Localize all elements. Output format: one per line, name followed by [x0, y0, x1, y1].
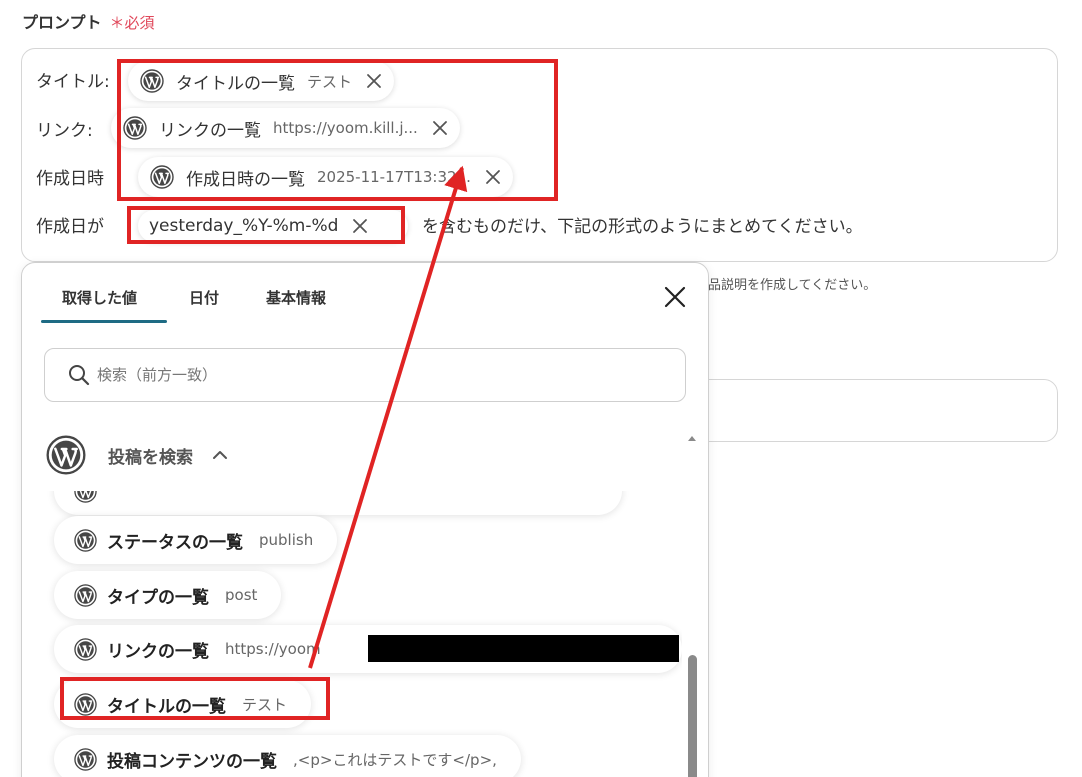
prompt-chip-created-at-list[interactable]: 作成日時の一覧 2025-11-17T13:32... — [138, 157, 513, 197]
chip-value: https://yoom.kill.j... — [273, 119, 418, 137]
wordpress-icon — [74, 491, 97, 503]
search-box[interactable] — [44, 348, 686, 402]
created-at-line-label: 作成日時 — [36, 169, 104, 189]
remove-chip-icon[interactable] — [352, 218, 368, 234]
variable-picker-popup: 取得した値 日付 基本情報 投稿を検索 ステータスの一覧 publish — [21, 262, 709, 777]
scrollbar[interactable] — [686, 433, 698, 777]
tab-date[interactable]: 日付 — [189, 287, 219, 308]
remove-chip-icon[interactable] — [432, 120, 448, 136]
item-name: リンクの一覧 — [107, 641, 209, 662]
text-input-field[interactable] — [690, 379, 1058, 442]
wordpress-icon — [74, 638, 97, 661]
list-item-title[interactable]: タイトルの一覧 テスト — [54, 680, 312, 728]
helper-text: 品説明を作成してください。 — [708, 278, 877, 293]
group-header-post-search[interactable]: 投稿を検索 — [46, 435, 229, 475]
item-value: post — [225, 586, 258, 604]
created-date-line-label: 作成日が — [36, 217, 104, 237]
group-title: 投稿を検索 — [108, 447, 193, 468]
link-line-label: リンク: — [36, 121, 93, 141]
active-tab-indicator — [41, 320, 167, 323]
list-item-partial[interactable] — [54, 491, 622, 515]
prompt-title: プロンプト — [22, 13, 102, 32]
wordpress-icon — [140, 69, 164, 93]
wordpress-icon — [123, 116, 147, 140]
required-mark: ＊必須 — [109, 14, 155, 32]
search-input[interactable] — [97, 366, 657, 384]
scrollbar-thumb[interactable] — [688, 655, 697, 777]
wordpress-icon — [46, 435, 86, 475]
value-list: ステータスの一覧 publish タイプの一覧 post リンクの一覧 http… — [22, 491, 682, 777]
chip-value: 2025-11-17T13:32... — [317, 168, 471, 186]
title-line-label: タイトル: — [36, 72, 110, 92]
wordpress-icon — [74, 584, 97, 607]
item-name: タイプの一覧 — [107, 587, 209, 608]
prompt-chip-title-list[interactable]: タイトルの一覧 テスト — [128, 61, 395, 101]
remove-chip-icon[interactable] — [366, 73, 382, 89]
wordpress-icon — [150, 165, 174, 189]
wordpress-icon — [74, 693, 97, 716]
item-name: タイトルの一覧 — [107, 696, 226, 717]
chip-value: テスト — [307, 72, 353, 91]
tab-basic-info[interactable]: 基本情報 — [266, 287, 326, 308]
prompt-chip-link-list[interactable]: リンクの一覧 https://yoom.kill.j... — [111, 108, 460, 148]
wordpress-icon — [74, 529, 97, 552]
item-name: ステータスの一覧 — [107, 532, 243, 553]
list-item-post-content[interactable]: 投稿コンテンツの一覧 ,<p>これはテストです</p>, — [54, 735, 521, 777]
item-value: テスト — [242, 695, 288, 714]
search-icon — [69, 365, 90, 386]
instruction-text: を含むものだけ、下記の形式のようにまとめてください。 — [422, 217, 863, 237]
remove-chip-icon[interactable] — [485, 169, 501, 185]
item-name: 投稿コンテンツの一覧 — [107, 751, 277, 772]
chevron-up-icon[interactable] — [211, 446, 229, 464]
tab-bar: 取得した値 日付 基本情報 — [22, 263, 708, 325]
chip-name: リンクの一覧 — [159, 120, 261, 141]
redaction-bar — [368, 635, 679, 662]
list-item-status[interactable]: ステータスの一覧 publish — [54, 516, 338, 564]
prompt-label: プロンプト ＊必須 — [22, 9, 155, 33]
chip-name: 作成日時の一覧 — [186, 169, 305, 190]
prompt-chip-yesterday-date[interactable]: yesterday_%Y-%m-%d — [138, 210, 408, 242]
item-value: https://yoom — [225, 640, 321, 658]
chip-name: タイトルの一覧 — [176, 73, 295, 94]
scroll-up-icon[interactable] — [687, 433, 697, 443]
chip-name: yesterday_%Y-%m-%d — [149, 216, 339, 236]
close-icon[interactable] — [663, 285, 687, 309]
list-item-link[interactable]: リンクの一覧 https://yoom — [54, 625, 682, 673]
item-value: ,<p>これはテストです</p>, — [293, 750, 497, 769]
item-value: publish — [259, 531, 314, 549]
list-item-type[interactable]: タイプの一覧 post — [54, 571, 282, 619]
wordpress-icon — [74, 748, 97, 771]
tab-retrieved-values[interactable]: 取得した値 — [62, 287, 137, 308]
